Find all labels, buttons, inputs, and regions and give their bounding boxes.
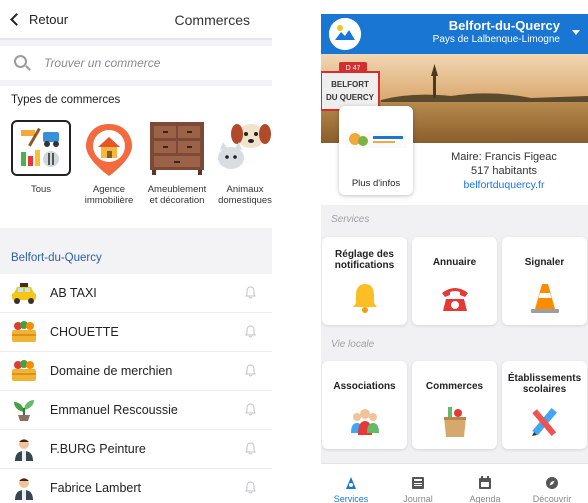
- bottom-navigation: Services Journal Agenda Découvrir: [321, 463, 588, 503]
- bell-icon[interactable]: [245, 403, 256, 416]
- nav-decouvrir[interactable]: Découvrir: [522, 468, 582, 503]
- more-info-label: Plus d'infos: [351, 178, 401, 189]
- back-label: Retour: [29, 12, 69, 27]
- section-label-vie-locale: Vie locale: [331, 339, 375, 350]
- tile-label: Établissements scolaires: [507, 373, 582, 395]
- list-item[interactable]: Emmanuel Rescoussie: [0, 391, 272, 430]
- taxi-icon: [11, 281, 37, 305]
- search-input[interactable]: Trouver un commerce: [44, 56, 160, 70]
- nav-label: Découvrir: [532, 494, 572, 503]
- tile-label: Associations: [333, 381, 396, 392]
- list-item[interactable]: Fabrice Lambert: [0, 469, 272, 503]
- list-item-label: Domaine de merchien: [50, 364, 173, 378]
- tile-notifications[interactable]: Réglage des notifications: [322, 237, 407, 325]
- commune-logo-icon: [329, 18, 361, 50]
- search-bar[interactable]: Trouver un commerce: [0, 46, 272, 80]
- school-tools-icon: [528, 405, 562, 439]
- nav-agenda[interactable]: Agenda: [455, 468, 515, 503]
- back-button[interactable]: Retour: [10, 12, 68, 27]
- cone-icon: [528, 281, 562, 315]
- commune-details: Maire: Francis Figeac 517 habitants belf…: [429, 150, 579, 192]
- commune-header[interactable]: Belfort-du-Quercy Pays de Lalbenque-Limo…: [321, 14, 588, 54]
- bell-icon: [348, 281, 382, 315]
- tile-signaler[interactable]: Signaler: [502, 237, 587, 325]
- category-animaux[interactable]: Animaux domestiques: [213, 120, 272, 206]
- commune-subtitle: Pays de Lalbenque-Limogne: [432, 34, 560, 45]
- category-label: Tous: [30, 184, 52, 195]
- chevron-left-icon: [10, 13, 23, 26]
- plant-icon: [11, 398, 37, 422]
- pets-icon: [215, 120, 272, 176]
- tile-label: Commerces: [425, 381, 484, 392]
- services-icon: [344, 476, 358, 490]
- tile-commerces[interactable]: Commerces: [412, 361, 497, 449]
- population: 517 habitants: [470, 165, 538, 177]
- nav-services[interactable]: Services: [321, 468, 381, 503]
- section-label-services: Services: [331, 214, 370, 225]
- bell-icon[interactable]: [245, 286, 256, 299]
- sign-line-2: DU QUERCY: [326, 93, 375, 102]
- list-item[interactable]: Domaine de merchien: [0, 352, 272, 391]
- website-link[interactable]: belfortduquercy.fr: [429, 178, 579, 192]
- mayor-name: Maire: Francis Figeac: [451, 151, 557, 163]
- tile-label: Réglage des notifications: [334, 249, 395, 271]
- nav-label: Journal: [403, 494, 433, 503]
- compass-icon: [545, 476, 559, 490]
- worker-icon: [11, 437, 37, 461]
- commune-home-screen: Belfort-du-Quercy Pays de Lalbenque-Limo…: [321, 14, 588, 503]
- dresser-icon: [147, 120, 207, 176]
- nav-label: Services: [333, 494, 369, 503]
- nav-label: Agenda: [469, 494, 501, 503]
- category-label: Ameublement et décoration: [147, 184, 207, 206]
- worker-icon: [11, 476, 37, 500]
- house-pin-icon: [79, 120, 139, 176]
- category-tous[interactable]: Tous: [9, 120, 73, 195]
- basket-icon: [11, 359, 37, 383]
- list-item[interactable]: CHOUETTE: [0, 313, 272, 352]
- commune-title: Belfort-du-Quercy: [448, 18, 560, 33]
- newspaper-icon: [411, 476, 425, 490]
- category-ameublement[interactable]: Ameublement et décoration: [145, 120, 209, 206]
- list-item-label: AB TAXI: [50, 286, 97, 300]
- list-item[interactable]: F.BURG Peinture: [0, 430, 272, 469]
- tools-icon: [11, 120, 71, 176]
- grocery-bag-icon: [438, 405, 472, 439]
- calendar-icon: [478, 476, 492, 490]
- sign-line-1: BELFORT: [331, 80, 369, 89]
- commune-logo-image: [345, 132, 407, 148]
- caret-down-icon[interactable]: [572, 30, 580, 35]
- list-item[interactable]: AB TAXI: [0, 274, 272, 313]
- shop-list: AB TAXI CHOUETTE Domaine de merchien Emm…: [0, 274, 272, 503]
- tile-label: Annuaire: [432, 257, 477, 268]
- bell-icon[interactable]: [245, 481, 256, 494]
- list-item-label: Fabrice Lambert: [50, 481, 142, 495]
- bell-icon[interactable]: [245, 364, 256, 377]
- tile-associations[interactable]: Associations: [322, 361, 407, 449]
- category-label: Animaux domestiques: [218, 184, 272, 206]
- types-title: Types de commerces: [11, 94, 121, 106]
- top-bar: Retour Commerces: [0, 0, 272, 40]
- sign-road-number: D 47: [346, 65, 361, 72]
- people-icon: [348, 405, 382, 439]
- tile-etablissements-scolaires[interactable]: Établissements scolaires: [502, 361, 587, 449]
- search-icon: [14, 55, 27, 68]
- tile-annuaire[interactable]: Annuaire: [412, 237, 497, 325]
- shop-types-panel: Types de commerces Tous Agence immobiliè…: [0, 86, 272, 228]
- tile-label: Signaler: [524, 257, 565, 268]
- bell-icon[interactable]: [245, 442, 256, 455]
- page-title: Commerces: [174, 12, 250, 28]
- bell-icon[interactable]: [245, 325, 256, 338]
- category-agence-immobiliere[interactable]: Agence immobilière: [77, 120, 141, 206]
- list-item-label: F.BURG Peinture: [50, 442, 146, 456]
- phone-icon: [438, 281, 472, 315]
- list-item-label: Emmanuel Rescoussie: [50, 403, 178, 417]
- commerces-screen: Retour Commerces Trouver un commerce Typ…: [0, 0, 272, 503]
- more-info-card[interactable]: Plus d'infos: [339, 106, 413, 195]
- category-label: Agence immobilière: [84, 184, 134, 206]
- list-item-label: CHOUETTE: [50, 325, 119, 339]
- basket-icon: [11, 320, 37, 344]
- nav-journal[interactable]: Journal: [388, 468, 448, 503]
- section-title: Belfort-du-Quercy: [11, 252, 102, 264]
